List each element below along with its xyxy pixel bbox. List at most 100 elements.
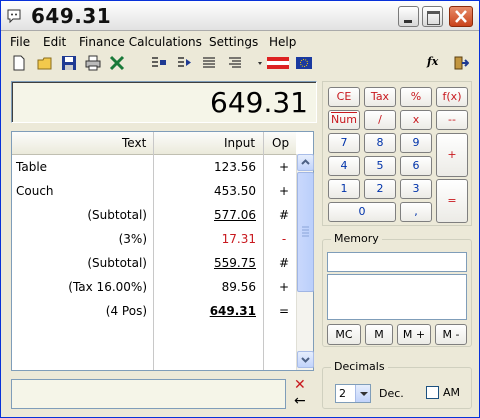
- function-icon[interactable]: fx: [427, 55, 443, 71]
- key-3[interactable]: 3: [400, 179, 432, 199]
- menu-file[interactable]: File: [10, 35, 30, 49]
- calculator-window: 649.31 File Edit Finance Calculations Se…: [0, 0, 480, 418]
- tape-table[interactable]: Text Input Op Table 123.56 + Couch 453.5…: [11, 131, 314, 371]
- grip-icon: [302, 226, 309, 237]
- menu-finance-calculations[interactable]: Finance Calculations: [79, 35, 202, 49]
- memory-clear-button[interactable]: MC: [327, 324, 361, 345]
- tape-scrollbar[interactable]: [296, 154, 314, 370]
- header-op[interactable]: Op: [272, 136, 289, 150]
- tax-button[interactable]: Tax: [364, 87, 396, 107]
- table-row[interactable]: (4 Pos) 649.31 =: [12, 300, 296, 324]
- memory-subtract-button[interactable]: M -: [435, 324, 467, 345]
- key-0[interactable]: 0: [328, 202, 396, 222]
- key-9[interactable]: 9: [400, 133, 432, 153]
- key-7[interactable]: 7: [328, 133, 360, 153]
- exit-icon[interactable]: [453, 55, 469, 71]
- decimals-selected-value: 2: [339, 387, 346, 400]
- key-6[interactable]: 6: [400, 156, 432, 176]
- menu-settings[interactable]: Settings: [209, 35, 258, 49]
- key-5[interactable]: 5: [364, 156, 396, 176]
- table-row[interactable]: Couch 453.50 +: [12, 180, 296, 204]
- minimize-button[interactable]: [398, 6, 419, 27]
- plus-button[interactable]: +: [436, 133, 468, 177]
- header-input[interactable]: Input: [224, 136, 255, 150]
- tape-header: Text Input Op: [12, 132, 296, 155]
- row-op: =: [278, 304, 290, 318]
- scroll-up-button[interactable]: [297, 154, 314, 171]
- close-icon: [455, 10, 467, 23]
- table-row[interactable]: Table 123.56 +: [12, 156, 296, 180]
- row-op: #: [278, 208, 290, 222]
- function-button[interactable]: f(x): [436, 87, 468, 107]
- indent-right-icon[interactable]: [177, 55, 193, 71]
- key-1[interactable]: 1: [328, 179, 360, 199]
- close-button[interactable]: [449, 6, 473, 27]
- row-input: 89.56: [221, 280, 256, 294]
- key-8[interactable]: 8: [364, 133, 396, 153]
- scroll-thumb[interactable]: [297, 172, 314, 292]
- menu-help[interactable]: Help: [269, 35, 296, 49]
- print-icon[interactable]: [85, 55, 101, 71]
- table-row[interactable]: (3%) 17.31 -: [12, 228, 296, 252]
- divide-button[interactable]: /: [364, 110, 396, 130]
- memory-value-field: [327, 252, 467, 272]
- minus-button[interactable]: --: [436, 110, 468, 130]
- decimals-group: Decimals 2 Dec. AM: [322, 360, 472, 409]
- excel-export-icon[interactable]: [109, 55, 125, 71]
- open-icon[interactable]: [37, 55, 53, 71]
- menu-bar: File Edit Finance Calculations Settings …: [1, 32, 479, 52]
- row-input: 123.56: [214, 160, 256, 174]
- equals-button[interactable]: =: [436, 179, 468, 223]
- eu-flag-icon[interactable]: [295, 55, 313, 71]
- decimals-select[interactable]: 2: [335, 384, 371, 403]
- memory-store-button[interactable]: M: [365, 324, 393, 345]
- app-speech-icon: [7, 9, 21, 24]
- row-text: Table: [16, 160, 48, 174]
- keypad: CE Tax % f(x) Num / x -- 7 8 9 + 4 5 6 1…: [322, 81, 472, 226]
- memory-add-button[interactable]: M +: [397, 324, 431, 345]
- row-input: 577.06: [214, 208, 256, 222]
- menu-edit[interactable]: Edit: [43, 35, 66, 49]
- key-2[interactable]: 2: [364, 179, 396, 199]
- num-button[interactable]: Num: [328, 110, 360, 130]
- backspace-icon[interactable]: ←: [294, 393, 306, 409]
- key-4[interactable]: 4: [328, 156, 360, 176]
- result-display: 649.31: [11, 81, 317, 123]
- decimals-title: Decimals: [331, 360, 388, 373]
- table-row[interactable]: (Tax 16.00%) 89.56 +: [12, 276, 296, 300]
- flag-dropdown-icon[interactable]: [257, 55, 291, 71]
- align-right-icon[interactable]: [227, 55, 243, 71]
- memory-list[interactable]: [327, 274, 467, 320]
- indent-left-icon[interactable]: [151, 55, 167, 71]
- toolbar: fx: [1, 53, 479, 75]
- entry-input[interactable]: [11, 379, 286, 409]
- am-checkbox[interactable]: [426, 386, 439, 399]
- row-text: (4 Pos): [105, 304, 147, 318]
- clear-tape-icon[interactable]: ✕: [294, 377, 306, 393]
- row-input: 17.31: [221, 232, 256, 246]
- multiply-button[interactable]: x: [400, 110, 432, 130]
- chevron-down-icon[interactable]: [355, 385, 370, 402]
- comma-button[interactable]: ,: [400, 202, 432, 222]
- row-text: Couch: [16, 184, 54, 198]
- scroll-down-button[interactable]: [297, 351, 314, 368]
- table-row[interactable]: (Subtotal) 559.75 #: [12, 252, 296, 276]
- chevron-down-icon: [301, 357, 310, 363]
- row-text: (Subtotal): [87, 208, 147, 222]
- memory-buttons: MC M M + M -: [327, 324, 467, 345]
- memory-title: Memory: [331, 232, 382, 245]
- table-row[interactable]: (Subtotal) 577.06 #: [12, 204, 296, 228]
- row-op: +: [278, 280, 290, 294]
- memory-group: Memory MC M M + M -: [322, 232, 472, 347]
- ce-button[interactable]: CE: [328, 87, 360, 107]
- header-text[interactable]: Text: [122, 136, 146, 150]
- align-left-icon[interactable]: [201, 55, 217, 71]
- maximize-button[interactable]: [422, 6, 443, 27]
- save-icon[interactable]: [61, 55, 77, 71]
- title-bar[interactable]: 649.31: [1, 1, 479, 31]
- new-icon[interactable]: [11, 55, 27, 71]
- row-op: +: [278, 184, 290, 198]
- percent-button[interactable]: %: [400, 87, 432, 107]
- chevron-up-icon: [301, 159, 310, 165]
- row-text: (3%): [118, 232, 147, 246]
